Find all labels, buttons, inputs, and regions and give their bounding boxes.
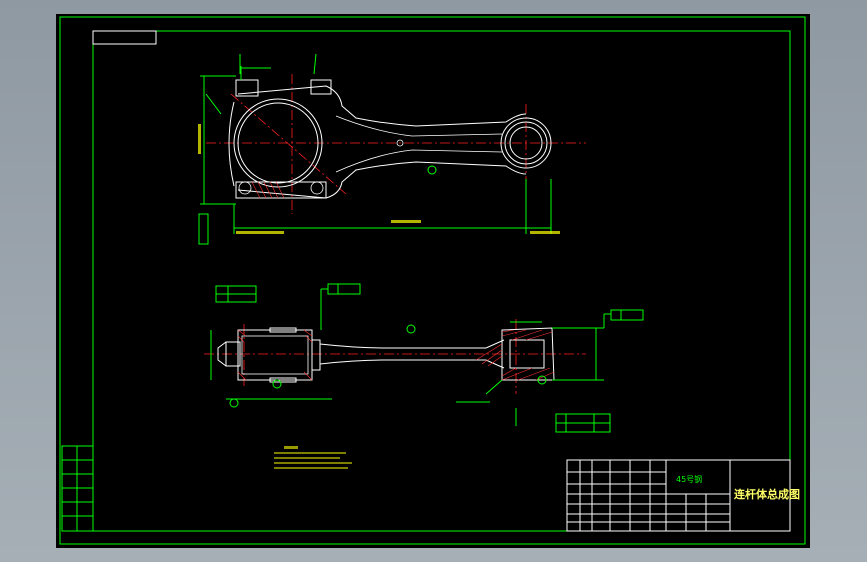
side-view	[204, 283, 644, 433]
corner-stamp-box	[92, 30, 157, 45]
drawing-canvas: 45号钢 连杆体总成图	[59, 16, 806, 545]
technical-notes	[274, 446, 352, 469]
outer-frame	[59, 16, 806, 545]
drawing-sheet: 45号钢 连杆体总成图	[56, 14, 810, 548]
front-view	[198, 53, 586, 245]
cad-viewport[interactable]: 45号钢 连杆体总成图	[0, 0, 867, 562]
title-drawing-name: 连杆体总成图	[734, 487, 800, 501]
title-block: 45号钢 连杆体总成图	[566, 459, 800, 532]
inner-frame	[92, 30, 791, 532]
binding-strip-table	[61, 445, 94, 532]
title-material: 45号钢	[676, 474, 702, 484]
tolerance-frames	[215, 283, 644, 433]
